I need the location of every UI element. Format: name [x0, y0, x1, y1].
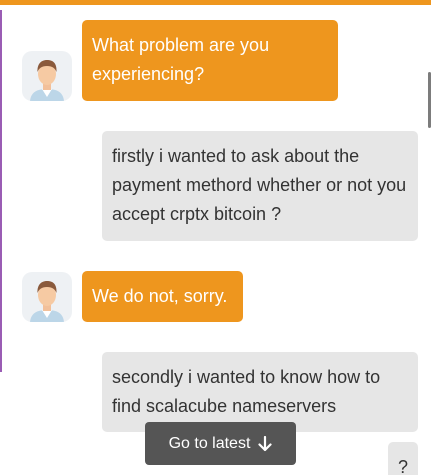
agent-avatar-icon [30, 281, 64, 322]
bot-avatar [22, 51, 72, 101]
agent-avatar-icon [30, 60, 64, 101]
go-to-latest-button[interactable]: Go to latest [145, 422, 296, 465]
bot-avatar [22, 272, 72, 322]
left-border [0, 10, 2, 372]
user-message: firstly i wanted to ask about the paymen… [102, 131, 418, 241]
bot-message: What problem are you experiencing? [82, 20, 338, 101]
bot-message: We do not, sorry. [82, 271, 243, 322]
chat-window: What problem are you experiencing? first… [0, 0, 431, 475]
header-accent-bar [0, 0, 431, 5]
go-to-latest-label: Go to latest [168, 434, 251, 452]
user-message: ? [388, 442, 418, 475]
user-message: secondly i wanted to know how to find sc… [102, 352, 418, 432]
arrow-down-icon [258, 435, 273, 451]
